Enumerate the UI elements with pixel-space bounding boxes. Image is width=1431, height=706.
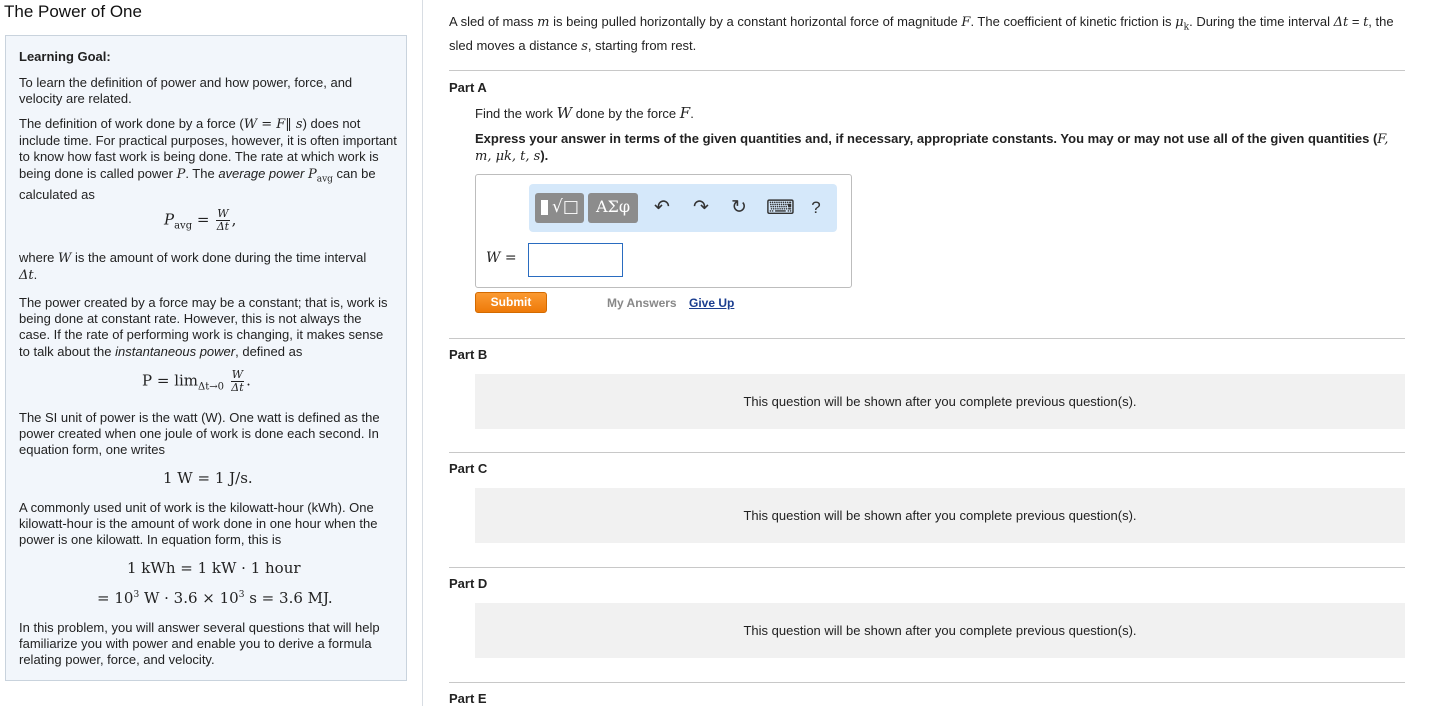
part-c-header[interactable]: Part C bbox=[449, 461, 487, 476]
part-d-locked-message: This question will be shown after you co… bbox=[475, 603, 1405, 658]
answer-input[interactable] bbox=[528, 243, 623, 277]
problem-statement: A sled of mass m is being pulled horizon… bbox=[449, 14, 1394, 54]
answer-box: √□ ΑΣφ ↶ ↷ ↻ ⌨ ? W = bbox=[475, 174, 852, 288]
redo-icon[interactable]: ↷ bbox=[689, 196, 713, 220]
goal-paragraph-2: The definition of work done by a force (… bbox=[19, 116, 397, 203]
goal-paragraph-3: where W is the amount of work done durin… bbox=[19, 250, 367, 284]
keyboard-icon[interactable]: ⌨ bbox=[766, 196, 795, 220]
part-a-question: Find the work W done by the force F. bbox=[475, 104, 694, 122]
page-title: The Power of One bbox=[4, 2, 142, 21]
divider bbox=[449, 70, 1405, 71]
part-a-header[interactable]: Part A bbox=[449, 80, 487, 95]
goal-paragraph-5: The SI unit of power is the watt (W). On… bbox=[19, 410, 380, 458]
part-b-locked-message: This question will be shown after you co… bbox=[475, 374, 1405, 429]
right-panel: A sled of mass m is being pulled horizon… bbox=[423, 0, 1431, 706]
equation-kwh-1: 1 kWh = 1 kW · 1 hour bbox=[127, 559, 301, 577]
sqrt-icon: √□ bbox=[552, 197, 579, 217]
part-e-header[interactable]: Part E bbox=[449, 691, 487, 706]
part-c-locked-message: This question will be shown after you co… bbox=[475, 488, 1405, 543]
learning-goal-heading: Learning Goal: bbox=[19, 49, 111, 64]
undo-icon[interactable]: ↶ bbox=[650, 196, 674, 220]
reset-icon[interactable]: ↻ bbox=[727, 196, 751, 220]
templates-button[interactable]: √□ bbox=[535, 193, 584, 223]
answer-label: W = bbox=[486, 250, 517, 266]
goal-paragraph-1: To learn the definition of power and how… bbox=[19, 75, 353, 107]
my-answers-link[interactable]: My Answers bbox=[607, 296, 677, 310]
divider bbox=[449, 452, 1405, 453]
equation-kwh-2: = 103 W · 3.6 × 103 s = 3.6 MJ. bbox=[97, 589, 333, 607]
give-up-link[interactable]: Give Up bbox=[689, 296, 734, 310]
divider bbox=[449, 682, 1405, 683]
goal-paragraph-4: The power created by a force may be a co… bbox=[19, 295, 388, 359]
submit-button[interactable]: Submit bbox=[475, 292, 547, 313]
part-a-instructions: Express your answer in terms of the give… bbox=[475, 131, 1389, 164]
goal-paragraph-7: In this problem, you will answer several… bbox=[19, 620, 380, 668]
divider bbox=[449, 567, 1405, 568]
part-d-header[interactable]: Part D bbox=[449, 576, 487, 591]
left-panel: The Power of One Learning Goal: To learn… bbox=[0, 0, 423, 706]
equation-average-power: Pavg = W Δt, bbox=[164, 207, 237, 233]
greek-symbols-button[interactable]: ΑΣφ bbox=[588, 193, 638, 223]
math-toolbar: √□ ΑΣφ ↶ ↷ ↻ ⌨ ? bbox=[529, 184, 837, 232]
equation-instantaneous-power: P = limΔt→0 W Δt. bbox=[142, 368, 251, 394]
divider bbox=[449, 338, 1405, 339]
help-icon[interactable]: ? bbox=[804, 196, 828, 220]
learning-goal-box: Learning Goal: To learn the definition o… bbox=[5, 35, 407, 681]
goal-paragraph-6: A commonly used unit of work is the kilo… bbox=[19, 500, 378, 548]
part-b-header[interactable]: Part B bbox=[449, 347, 487, 362]
equation-watt: 1 W = 1 J/s. bbox=[163, 469, 253, 487]
